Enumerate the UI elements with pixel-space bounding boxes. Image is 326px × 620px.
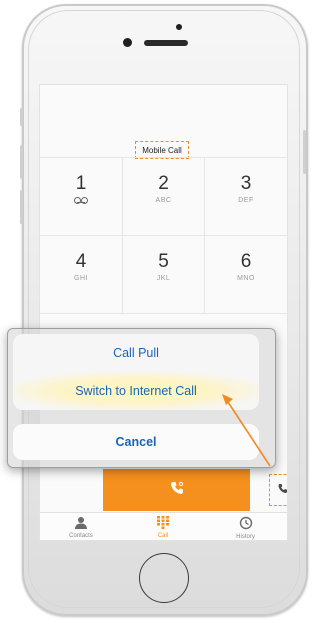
tab-label: Call (157, 533, 169, 539)
mobile-call-text: Mobile Call (142, 145, 182, 155)
switch-to-internet-call-button[interactable]: Switch to Internet Call (13, 372, 259, 410)
keypad-icon (157, 516, 169, 532)
tab-history[interactable]: History (204, 513, 287, 540)
tab-call[interactable]: Call (122, 513, 204, 540)
key-digit: 4 (75, 251, 87, 272)
phone-screen: Mobile Call 1 2 ABC 3 DEF 4 GHI 5 JKL 6 … (39, 84, 288, 541)
keypad-row: 1 2 ABC 3 DEF (40, 157, 287, 236)
phone-list-icon (277, 482, 287, 499)
front-camera (123, 38, 132, 47)
tab-contacts[interactable]: Contacts (40, 513, 122, 540)
cancel-button[interactable]: Cancel (13, 424, 259, 460)
call-pull-button[interactable]: Call Pull (13, 334, 259, 373)
key-letters: GHI (74, 275, 88, 282)
volume-up-button (20, 145, 23, 179)
key-letters: MNO (237, 275, 255, 282)
keypad-row: 4 GHI 5 JKL 6 MNO (40, 235, 287, 314)
phone-icon (169, 480, 185, 501)
key-digit: 2 (158, 173, 169, 194)
key-3[interactable]: 3 DEF (204, 158, 287, 236)
key-digit: 1 (75, 173, 87, 194)
proximity-sensor (176, 24, 182, 30)
tab-label: History (236, 534, 255, 540)
power-button (303, 130, 306, 174)
action-sheet: Call Pull Switch to Internet Call (13, 334, 259, 410)
key-letters: ABC (155, 197, 172, 204)
tab-bar: Contacts Call History (40, 512, 287, 540)
key-letters: DEF (238, 197, 254, 204)
key-digit: 5 (158, 251, 169, 272)
key-6[interactable]: 6 MNO (204, 236, 287, 314)
person-icon (74, 516, 88, 532)
key-5[interactable]: 5 JKL (122, 236, 204, 314)
home-button[interactable] (139, 553, 189, 603)
key-letters: JKL (156, 275, 171, 282)
key-4[interactable]: 4 GHI (40, 236, 122, 314)
mute-switch (20, 108, 23, 126)
earpiece-speaker (144, 40, 188, 46)
key-2[interactable]: 2 ABC (122, 158, 204, 236)
call-types-button[interactable] (269, 474, 287, 506)
volume-down-button (20, 190, 23, 224)
voicemail-icon (74, 197, 88, 204)
key-digit: 3 (240, 173, 252, 194)
tab-label: Contacts (69, 533, 93, 539)
key-1[interactable]: 1 (40, 158, 122, 236)
key-digit: 6 (240, 251, 252, 272)
call-button[interactable] (103, 469, 250, 511)
clock-icon (239, 516, 253, 533)
